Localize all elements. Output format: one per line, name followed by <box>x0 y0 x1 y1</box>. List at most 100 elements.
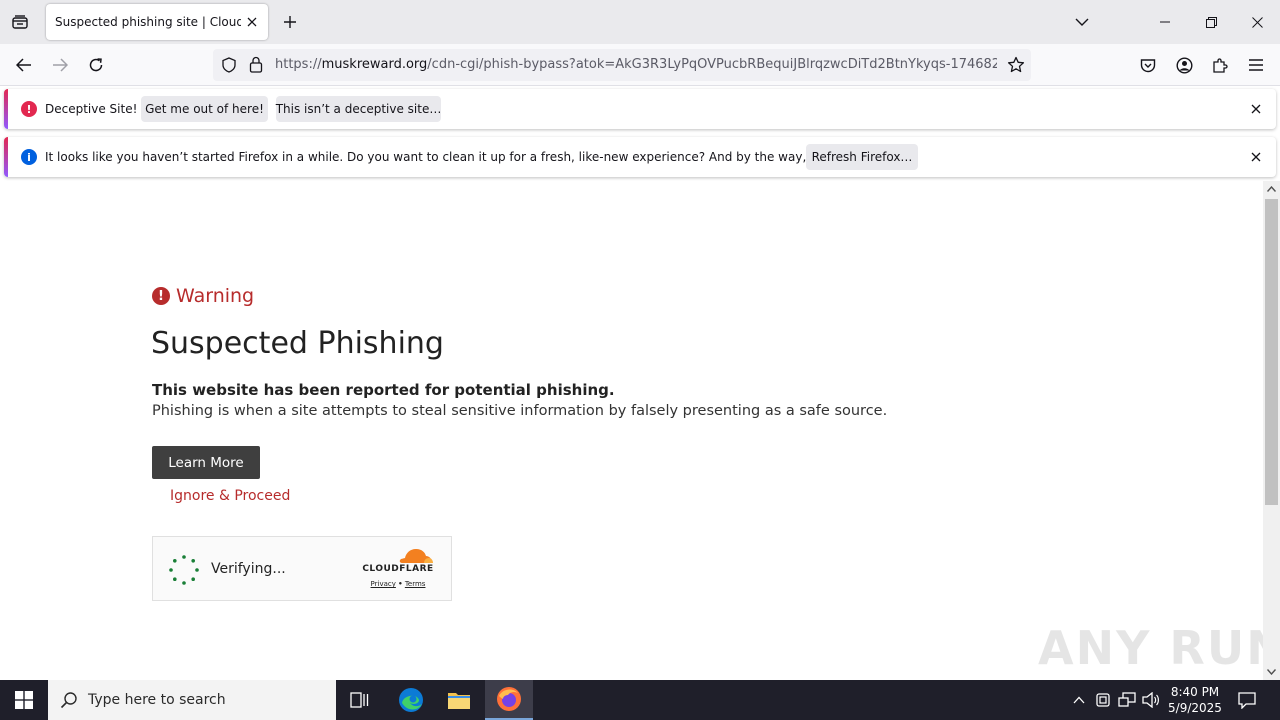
info-icon: i <box>21 149 37 165</box>
scroll-down-button[interactable] <box>1263 664 1280 680</box>
phishing-reported-text: This website has been reported for poten… <box>152 381 615 399</box>
back-button[interactable] <box>9 50 39 80</box>
clock-time: 8:40 PM <box>1170 685 1220 699</box>
cloud-icon <box>399 549 433 563</box>
network-button[interactable] <box>1117 690 1137 710</box>
minimize-icon <box>1160 21 1170 23</box>
anyrun-watermark: ANY RUN <box>1038 621 1280 675</box>
close-icon <box>1251 152 1261 162</box>
taskbar-search-box[interactable]: Type here to search <box>48 680 336 720</box>
scroll-up-button[interactable] <box>1263 181 1280 197</box>
lock-icon[interactable] <box>249 56 263 77</box>
bookmark-star-icon[interactable] <box>1007 56 1025 78</box>
close-notification-button[interactable] <box>1248 101 1264 117</box>
browser-titlebar: Suspected phishing site | Cloudflare <box>0 0 1280 44</box>
arrow-left-icon <box>16 58 31 72</box>
task-view-icon <box>350 692 369 708</box>
reload-icon <box>89 58 103 72</box>
search-icon <box>60 692 77 709</box>
taskbar-file-explorer[interactable] <box>435 680 483 720</box>
page-content: ! Warning Suspected Phishing This websit… <box>0 181 1280 680</box>
system-clock[interactable]: 8:40 PM 5/9/2025 <box>1162 684 1228 716</box>
windows-logo-icon <box>15 691 33 709</box>
reload-button[interactable] <box>81 50 111 80</box>
notification-accent <box>4 89 8 129</box>
caret-down-icon <box>1267 669 1276 675</box>
deceptive-site-text: Deceptive Site! <box>45 102 138 116</box>
close-icon <box>1251 16 1263 28</box>
restore-icon <box>1205 16 1217 28</box>
tray-app-button[interactable] <box>1093 690 1113 710</box>
minimize-button[interactable] <box>1142 0 1188 44</box>
tray-app-icon <box>1096 693 1110 707</box>
restore-button[interactable] <box>1188 0 1234 44</box>
get-me-out-button[interactable]: Get me out of here! <box>141 96 268 122</box>
learn-more-button[interactable]: Learn More <box>152 446 260 479</box>
phishing-description: Phishing is when a site attempts to stea… <box>152 403 888 419</box>
url-text[interactable]: https://muskreward.org/cdn-cgi/phish-byp… <box>275 57 997 72</box>
show-hidden-icons-button[interactable] <box>1069 690 1089 710</box>
turnstile-widget: Verifying... CLOUDFLARE Privacy • Terms <box>152 536 452 601</box>
volume-button[interactable] <box>1141 690 1161 710</box>
ignore-proceed-link[interactable]: Ignore & Proceed <box>170 488 290 504</box>
chevron-up-icon <box>1073 696 1085 704</box>
deceptive-site-notification: ! Deceptive Site! Get me out of here! Th… <box>4 89 1276 129</box>
close-notification-button[interactable] <box>1248 149 1264 165</box>
extensions-button[interactable] <box>1205 50 1235 80</box>
cloudflare-links: Privacy • Terms <box>358 580 438 588</box>
chevron-down-icon <box>1075 18 1089 26</box>
not-deceptive-button[interactable]: This isn’t a deceptive site… <box>276 96 441 122</box>
notification-accent <box>4 137 8 177</box>
url-prefix: https:// <box>275 57 322 72</box>
refresh-firefox-notification: i It looks like you haven’t started Fire… <box>4 137 1276 177</box>
warning-header: ! Warning <box>152 285 254 307</box>
tab-list-button[interactable] <box>0 0 40 44</box>
cloudflare-logo: CLOUDFLARE Privacy • Terms <box>358 547 438 593</box>
close-icon <box>247 17 257 27</box>
action-center-icon <box>1238 691 1256 709</box>
account-button[interactable] <box>1169 50 1199 80</box>
task-view-button[interactable] <box>336 680 384 720</box>
tab-close-button[interactable] <box>244 14 260 30</box>
tab-list-icon <box>12 15 28 29</box>
clock-date: 5/9/2025 <box>1168 701 1222 715</box>
url-path: /cdn-cgi/phish-bypass?atok=AkG3R3LyPqOVP… <box>427 57 997 72</box>
url-bar[interactable]: https://muskreward.org/cdn-cgi/phish-byp… <box>213 49 1031 81</box>
folder-icon <box>448 693 470 709</box>
hamburger-icon <box>1249 59 1263 71</box>
refresh-firefox-button[interactable]: Refresh Firefox… <box>806 144 918 170</box>
network-icon <box>1118 692 1136 707</box>
warning-label: Warning <box>176 285 255 307</box>
taskbar-firefox[interactable] <box>485 680 533 720</box>
tab-title: Suspected phishing site | Cloudflare <box>55 15 241 29</box>
terms-link[interactable]: Terms <box>405 580 426 588</box>
refresh-firefox-text: It looks like you haven’t started Firefo… <box>45 150 901 164</box>
vertical-scrollbar[interactable] <box>1263 181 1280 680</box>
list-all-tabs-button[interactable] <box>1059 0 1105 44</box>
new-tab-button[interactable] <box>278 10 302 34</box>
scrollbar-thumb[interactable] <box>1265 199 1278 505</box>
page-title: Suspected Phishing <box>151 326 444 361</box>
warning-icon: ! <box>152 287 170 305</box>
url-host: muskreward.org <box>321 57 428 72</box>
arrow-right-icon <box>53 58 68 72</box>
firefox-icon <box>497 687 521 711</box>
speaker-icon <box>1142 692 1159 708</box>
pocket-button[interactable] <box>1133 50 1163 80</box>
spinner-icon <box>169 555 199 585</box>
error-icon: ! <box>21 101 37 117</box>
cloudflare-brand: CLOUDFLARE <box>362 564 434 574</box>
shield-icon[interactable] <box>221 57 237 77</box>
plus-icon <box>284 16 296 28</box>
privacy-link[interactable]: Privacy <box>371 580 396 588</box>
edge-icon <box>399 688 423 712</box>
windows-taskbar: Type here to search 8:40 PM 5/9/2025 <box>0 680 1280 720</box>
active-tab[interactable]: Suspected phishing site | Cloudflare <box>46 4 268 40</box>
notifications-button[interactable] <box>1237 690 1257 710</box>
taskbar-edge[interactable] <box>387 680 435 720</box>
start-button[interactable] <box>0 680 48 720</box>
search-placeholder: Type here to search <box>88 692 226 708</box>
menu-button[interactable] <box>1241 50 1271 80</box>
close-window-button[interactable] <box>1234 0 1280 44</box>
forward-button[interactable] <box>45 50 75 80</box>
